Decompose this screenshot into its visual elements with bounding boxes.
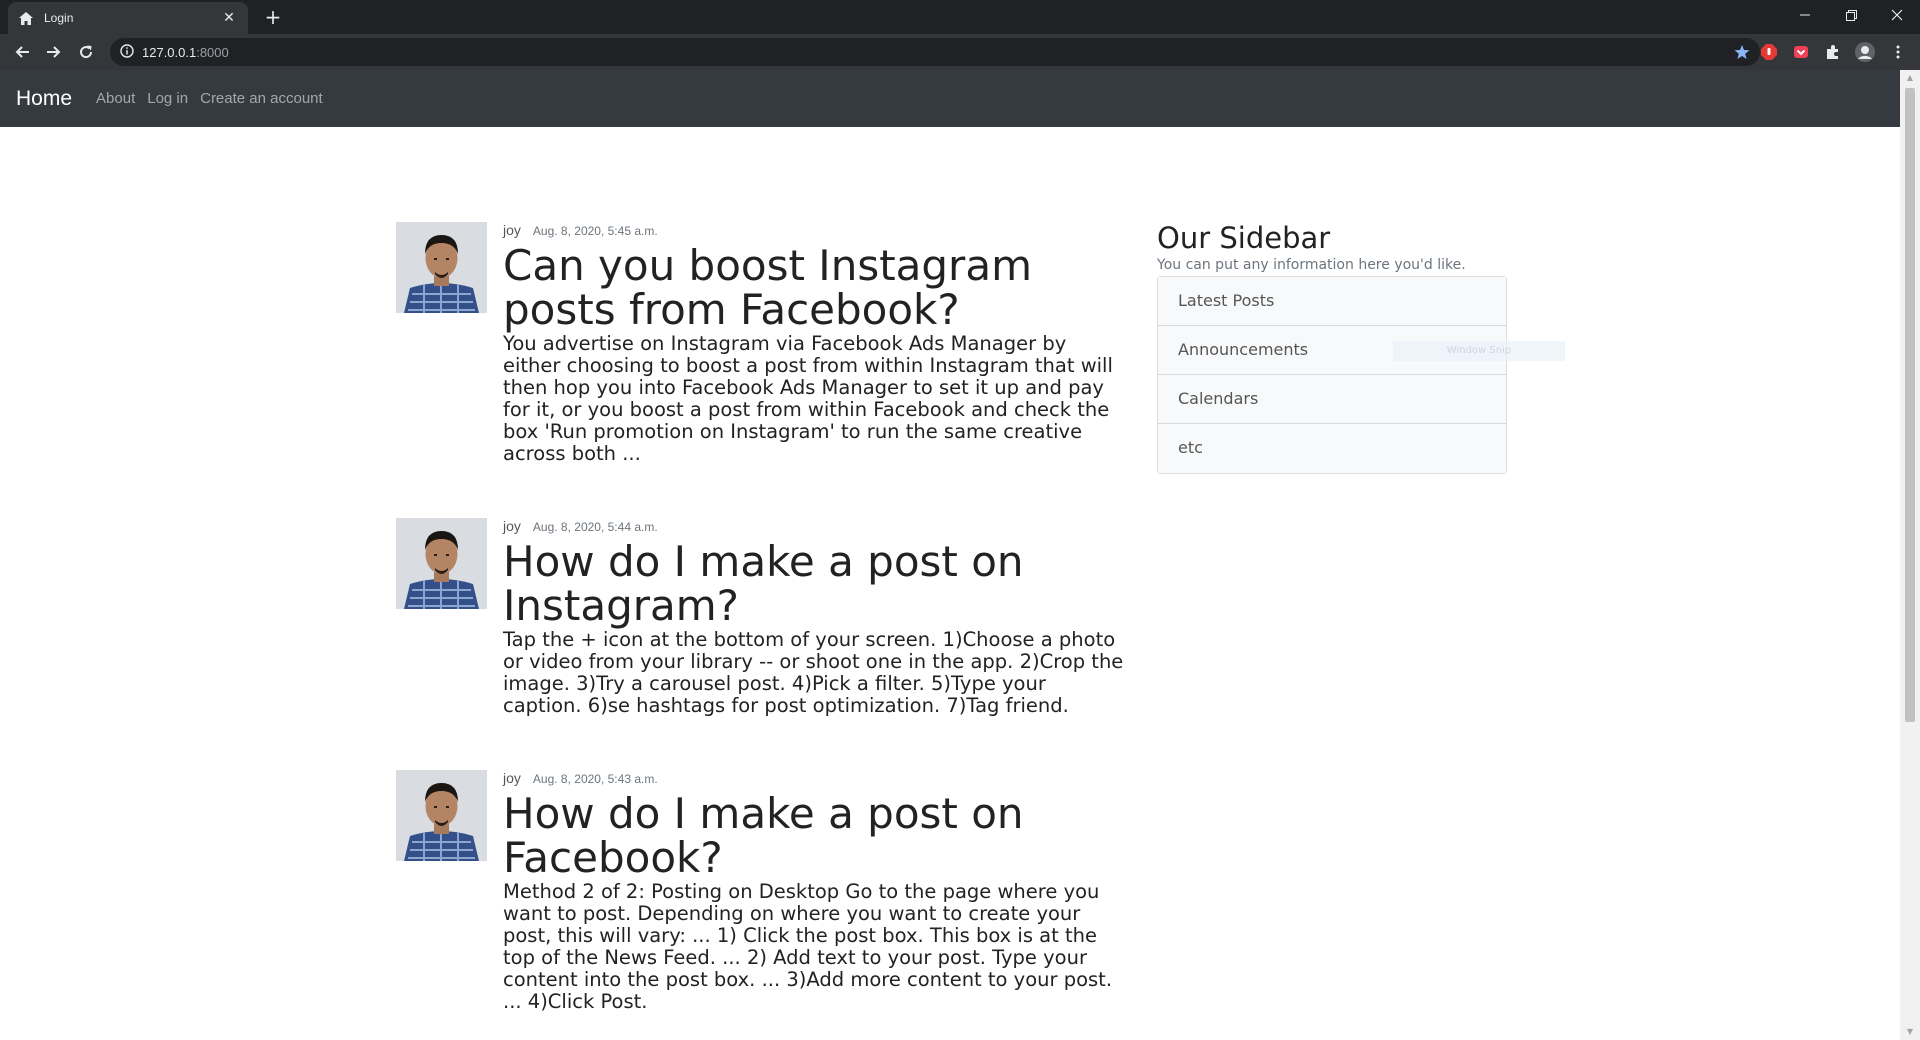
sidebar-list: Latest Posts Announcements Calendars etc	[1157, 276, 1507, 474]
reload-icon[interactable]	[72, 38, 100, 66]
nav-link-about[interactable]: About	[96, 90, 135, 107]
post-author-link[interactable]: joy	[503, 518, 521, 534]
post-title-link[interactable]: How do I make a post on Facebook?	[503, 792, 1126, 880]
home-brand-link[interactable]: Home	[16, 87, 72, 111]
new-tab-button[interactable]: +	[260, 5, 286, 31]
back-icon[interactable]	[8, 38, 36, 66]
home-icon	[18, 10, 34, 26]
close-window-icon[interactable]	[1874, 0, 1920, 30]
tab-title: Login	[44, 11, 74, 25]
forward-icon[interactable]	[40, 38, 68, 66]
post-body: joy Aug. 8, 2020, 5:43 a.m. How do I mak…	[503, 770, 1126, 1013]
minimize-icon[interactable]	[1782, 0, 1828, 30]
sidebar-subtitle: You can put any information here you'd l…	[1157, 257, 1466, 273]
author-avatar	[396, 770, 487, 861]
browser-tabstrip: Login ✕ +	[0, 0, 1920, 34]
window-snip-overlay: Window Snip	[1393, 341, 1565, 361]
post-article: joy Aug. 8, 2020, 5:45 a.m. Can you boos…	[396, 222, 1126, 518]
browser-toolbar: 127.0.0.1:8000	[0, 34, 1920, 70]
puzzle-extensions-icon[interactable]	[1823, 42, 1843, 62]
site-navbar: Home About Log in Create an account	[0, 70, 1900, 127]
post-content: Method 2 of 2: Posting on Desktop Go to …	[503, 880, 1113, 1013]
nav-link-login[interactable]: Log in	[147, 90, 188, 107]
sidebar-item-etc[interactable]: etc	[1158, 424, 1506, 473]
nav-link-create-account[interactable]: Create an account	[200, 90, 323, 107]
site-info-icon[interactable]	[120, 43, 134, 62]
post-date: Aug. 8, 2020, 5:43 a.m.	[532, 772, 658, 786]
author-avatar	[396, 222, 487, 313]
post-list: joy Aug. 8, 2020, 5:45 a.m. Can you boos…	[396, 222, 1126, 1013]
post-article: joy Aug. 8, 2020, 5:44 a.m. How do I mak…	[396, 518, 1126, 770]
bookmark-star-icon[interactable]	[1734, 44, 1750, 64]
post-date: Aug. 8, 2020, 5:44 a.m.	[532, 520, 658, 534]
browser-tab[interactable]: Login ✕	[8, 2, 248, 34]
post-content: Tap the + icon at the bottom of your scr…	[503, 628, 1124, 717]
scrollbar-thumb[interactable]	[1905, 88, 1915, 722]
post-body: joy Aug. 8, 2020, 5:45 a.m. Can you boos…	[503, 222, 1126, 465]
post-title-link[interactable]: Can you boost Instagram posts from Faceb…	[503, 244, 1126, 332]
post-content: You advertise on Instagram via Facebook …	[503, 332, 1113, 465]
restore-icon[interactable]	[1828, 0, 1874, 30]
page-scrollbar[interactable]: ▲ ▼	[1900, 70, 1920, 1040]
sidebar-item-calendars[interactable]: Calendars	[1158, 375, 1506, 424]
post-body: joy Aug. 8, 2020, 5:44 a.m. How do I mak…	[503, 518, 1126, 717]
post-article: joy Aug. 8, 2020, 5:43 a.m. How do I mak…	[396, 770, 1126, 1013]
address-bar[interactable]: 127.0.0.1:8000	[110, 38, 1760, 66]
browser-menu-icon[interactable]	[1888, 42, 1908, 62]
post-author-link[interactable]: joy	[503, 222, 521, 238]
scroll-down-arrow-icon[interactable]: ▼	[1900, 1024, 1920, 1040]
adblock-extension-icon[interactable]	[1759, 42, 1779, 62]
url-host: 127.0.0.1	[142, 44, 197, 60]
author-avatar	[396, 518, 487, 609]
scroll-up-arrow-icon[interactable]: ▲	[1900, 70, 1920, 86]
pocket-extension-icon[interactable]	[1791, 42, 1811, 62]
close-tab-icon[interactable]: ✕	[220, 10, 238, 26]
url-port: :8000	[196, 44, 229, 60]
post-title-link[interactable]: How do I make a post on Instagram?	[503, 540, 1126, 628]
sidebar-title: Our Sidebar	[1157, 221, 1331, 255]
post-date: Aug. 8, 2020, 5:45 a.m.	[532, 224, 658, 238]
post-author-link[interactable]: joy	[503, 770, 521, 786]
profile-avatar-icon[interactable]	[1855, 42, 1875, 62]
sidebar-item-latest-posts[interactable]: Latest Posts	[1158, 277, 1506, 326]
